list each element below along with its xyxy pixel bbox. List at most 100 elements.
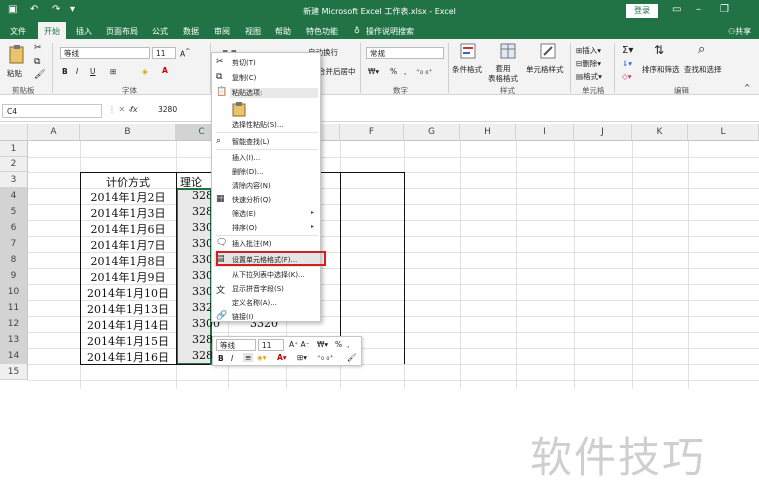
number-format-combo[interactable]: 常规 [366, 47, 444, 59]
menu-item-show-phonetic[interactable]: 显示拼音字段(S) [232, 284, 284, 294]
underline-button[interactable]: U [90, 67, 96, 76]
row-header-selected[interactable]: 9 [0, 268, 28, 284]
merge-center-button[interactable]: 合并后居中 [318, 66, 356, 77]
paste-option-icon[interactable] [232, 101, 248, 117]
mini-decimal-icons[interactable]: ⁺₀ ₀⁺ [317, 353, 333, 362]
select-all-corner[interactable] [0, 124, 28, 141]
minimize-icon[interactable]: – [696, 4, 701, 15]
table-format-button[interactable]: 套用 表格格式 [488, 64, 518, 84]
row-header-selected[interactable]: 7 [0, 236, 28, 252]
mini-font-combo[interactable]: 等线 [216, 339, 256, 351]
tab-review[interactable]: 审阅 [214, 26, 230, 37]
currency-icon[interactable]: ₩▾ [368, 67, 379, 76]
italic-button[interactable]: I [76, 67, 78, 76]
menu-item-cut[interactable]: 剪切(T) [232, 58, 256, 68]
column-header[interactable]: J [574, 124, 632, 141]
menu-item-filter[interactable]: 筛选(E) [232, 209, 256, 219]
border-icon[interactable]: ⊞ [110, 67, 116, 76]
copy-icon[interactable]: ⧉ [34, 57, 40, 67]
row-header-selected[interactable]: 8 [0, 252, 28, 268]
column-header[interactable]: I [516, 124, 574, 141]
tell-me-search[interactable]: 操作说明搜索 [366, 26, 414, 37]
mini-fill-color-icon[interactable]: ◈▾ [257, 353, 267, 362]
tab-help[interactable]: 帮助 [275, 26, 291, 37]
menu-item-link[interactable]: 链接(I) [232, 312, 254, 322]
tab-home[interactable]: 开始 [38, 22, 66, 39]
menu-item-smart-lookup[interactable]: 智能查找(L) [232, 137, 269, 147]
mini-font-color-icon[interactable]: A▾ [277, 353, 287, 362]
column-header[interactable]: L [688, 124, 759, 141]
menu-item-clear[interactable]: 清除内容(N) [232, 181, 271, 191]
date-cell[interactable]: 2014年1月10日 [80, 285, 176, 301]
conditional-format-button[interactable]: 条件格式 [452, 64, 482, 75]
font-name-combo[interactable]: 等线 [60, 47, 150, 59]
header-cell[interactable]: 理论 [180, 174, 210, 190]
mini-percent-button[interactable]: % [335, 340, 342, 349]
autosum-icon[interactable]: Σ▾ [622, 45, 633, 56]
date-cell[interactable]: 2014年1月15日 [80, 333, 176, 349]
comma-button[interactable]: , [404, 67, 406, 76]
menu-item-copy[interactable]: 复制(C) [232, 73, 256, 83]
date-cell[interactable]: 2014年1月16日 [80, 349, 176, 365]
row-header-selected[interactable]: 10 [0, 284, 28, 300]
date-cell[interactable]: 2014年1月9日 [80, 269, 176, 285]
cell-style-button[interactable]: 单元格样式 [526, 64, 564, 75]
tab-insert[interactable]: 插入 [76, 26, 92, 37]
column-header[interactable]: H [460, 124, 516, 141]
menu-item-sort[interactable]: 排序(O) [232, 223, 257, 233]
column-header[interactable]: K [632, 124, 688, 141]
ribbon-display-icon[interactable]: ▭ [672, 4, 681, 15]
decimal-icons[interactable]: ⁺₀ ₀⁺ [416, 67, 432, 76]
tab-view[interactable]: 视图 [245, 26, 261, 37]
menu-item-insert-comment[interactable]: 插入批注(M) [232, 239, 272, 249]
format-painter-icon[interactable]: 🖌 [34, 70, 45, 80]
column-header[interactable]: A [28, 124, 80, 141]
fill-icon[interactable]: ⇓▾ [622, 59, 632, 68]
mini-grow-font-icon[interactable]: A⁺ A⁻ [289, 340, 310, 349]
row-header-selected[interactable]: 11 [0, 300, 28, 316]
tab-file[interactable]: 文件 [10, 26, 26, 37]
fill-color-icon[interactable]: ◈ [142, 67, 148, 76]
row-header-selected[interactable]: 6 [0, 220, 28, 236]
fx-button[interactable]: fx [130, 105, 138, 114]
menu-item-delete[interactable]: 删除(D)... [232, 167, 264, 177]
date-cell[interactable]: 2014年1月13日 [80, 301, 176, 317]
row-header-selected[interactable]: 5 [0, 204, 28, 220]
sort-filter-button[interactable]: 排序和筛选 [642, 64, 680, 75]
mini-format-painter-icon[interactable]: 🖌 [347, 353, 357, 362]
mini-border-icon[interactable]: ⊞▾ [297, 353, 307, 362]
mini-size-combo[interactable]: 11 [258, 339, 284, 351]
row-header[interactable]: 1 [0, 141, 28, 157]
date-cell[interactable]: 2014年1月8日 [80, 253, 176, 269]
tab-data[interactable]: 数据 [183, 26, 199, 37]
bold-button[interactable]: B [62, 67, 68, 76]
mini-comma-button[interactable]: , [347, 340, 349, 349]
date-cell[interactable]: 2014年1月6日 [80, 221, 176, 237]
column-header[interactable]: B [80, 124, 176, 141]
column-header[interactable]: G [404, 124, 460, 141]
formula-input[interactable]: 3280 [158, 105, 177, 114]
delete-cells-button[interactable]: ⊟删除▾ [576, 58, 601, 69]
mini-italic-button[interactable]: I [231, 354, 233, 363]
collapse-ribbon-icon[interactable]: ^ [744, 83, 750, 92]
share-button[interactable]: ⚇共享 [728, 26, 751, 37]
menu-item-paste-special[interactable]: 选择性粘贴(S)... [232, 120, 284, 130]
date-cell[interactable]: 2014年1月7日 [80, 237, 176, 253]
format-cells-button[interactable]: ▤格式▾ [576, 71, 602, 82]
row-header[interactable]: 15 [0, 364, 28, 380]
tab-special[interactable]: 特色功能 [306, 26, 338, 37]
cut-icon[interactable]: ✂ [34, 43, 42, 53]
row-header-selected[interactable]: 14 [0, 348, 28, 364]
row-header-selected[interactable]: 13 [0, 332, 28, 348]
font-size-combo[interactable]: 11 [152, 47, 176, 59]
menu-item-insert[interactable]: 插入(I)... [232, 153, 260, 163]
mini-currency-icon[interactable]: ₩▾ [317, 340, 328, 349]
date-cell[interactable]: 2014年1月14日 [80, 317, 176, 333]
row-header[interactable]: 2 [0, 157, 28, 172]
row-header-selected[interactable]: 4 [0, 188, 28, 204]
menu-item-quick-analysis[interactable]: 快速分析(Q) [232, 195, 271, 205]
mini-bold-button[interactable]: B [218, 354, 224, 363]
menu-item-pick-from-list[interactable]: 从下拉列表中选择(K)... [232, 270, 305, 280]
paste-button[interactable]: 粘贴 [6, 43, 28, 81]
tab-formulas[interactable]: 公式 [152, 26, 168, 37]
